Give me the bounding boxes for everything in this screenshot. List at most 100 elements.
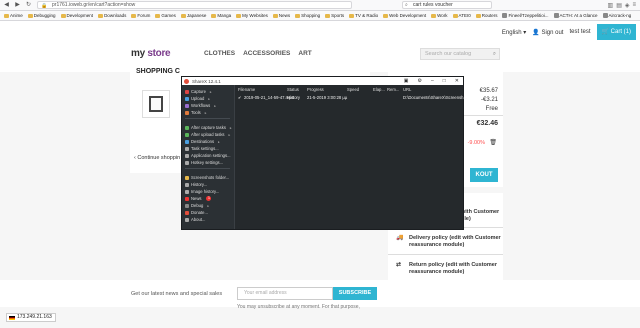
bookmark-item[interactable]: ATEI0 — [452, 13, 471, 18]
folder-icon — [27, 13, 33, 18]
close-icon[interactable]: ✕ — [455, 78, 459, 84]
pin-icon[interactable]: ▣ — [404, 78, 409, 84]
menu-item-icon — [185, 146, 189, 151]
bookmark-item[interactable]: Web Development — [383, 13, 426, 18]
nav-item-accessories[interactable]: ACCESSORIES — [243, 50, 290, 57]
search-icon[interactable]: ⌕ — [493, 49, 496, 59]
product-thumbnail[interactable] — [142, 90, 170, 118]
sharex-menu-capture[interactable]: Capture ▸ — [185, 89, 212, 94]
cart-button[interactable]: 🛒 Cart (1) — [596, 24, 636, 40]
delete-icon[interactable]: 🗑 — [489, 139, 497, 146]
bookmark-label: Shopping — [301, 13, 321, 18]
bookmark-label: Anime — [10, 13, 23, 18]
sharex-title: ShareX 12.4.1 — [192, 78, 221, 84]
language-selector[interactable]: English ▾ — [502, 29, 526, 36]
sharex-menu-upload[interactable]: Upload ▸ — [185, 96, 210, 101]
browser-search-input[interactable]: ⌕ cart rules voucher — [402, 1, 492, 9]
bookmark-item[interactable]: Fineel/Tzeppelitioi... — [502, 13, 549, 18]
bookmark-item[interactable]: Games — [155, 13, 176, 18]
bookmark-item[interactable]: Development — [60, 13, 93, 18]
shop-logo[interactable]: my store — [131, 48, 171, 59]
bookmark-item[interactable]: News — [272, 13, 290, 18]
bookmark-item[interactable]: Sports — [325, 13, 344, 18]
catalog-search-input[interactable]: Search our catalog ⌕ — [420, 48, 500, 60]
sharex-menu-debug[interactable]: Debug ▸ — [185, 203, 209, 208]
column-header[interactable]: Filename — [238, 87, 255, 92]
folder-icon — [349, 13, 355, 18]
favicon-icon — [502, 13, 508, 18]
column-header[interactable]: Progress — [307, 87, 324, 92]
bookmark-item[interactable]: Anime — [4, 13, 23, 18]
menu-item-icon — [185, 175, 189, 180]
bookmark-item[interactable]: Aircrack-ng — [602, 13, 631, 18]
sharex-titlebar[interactable]: ShareX 12.4.1 ▣ ⚙ – □ ✕ — [182, 77, 463, 85]
back-icon[interactable]: ◀ — [2, 1, 11, 10]
bookmark-item[interactable]: TV & Radio — [349, 13, 378, 18]
menu-item-icon — [185, 217, 189, 222]
column-header[interactable]: URL — [403, 87, 411, 92]
bookmark-item[interactable]: Downloads — [98, 13, 126, 18]
address-bar[interactable]: 🔒 pr1761.ioweb.gr/en/cart?action=show — [37, 1, 352, 9]
sharex-menu-screenshots-folder[interactable]: Screenshots folder... — [185, 175, 229, 180]
submenu-arrow-icon: ▸ — [204, 110, 207, 115]
sharex-menu-image-history[interactable]: Image history... — [185, 189, 219, 194]
sharex-menu-workflows[interactable]: Workflows ▸ — [185, 103, 216, 108]
menu-item-icon — [185, 139, 189, 144]
sharex-menu-application-settings[interactable]: Application settings... — [185, 153, 231, 158]
submenu-arrow-icon: ▸ — [214, 103, 216, 108]
sharex-menu-hotkey-settings[interactable]: Hotkey settings... — [185, 160, 223, 165]
bookmark-item[interactable]: Routers — [475, 13, 497, 18]
folder-icon — [60, 13, 66, 18]
nav-item-art[interactable]: ART — [298, 50, 311, 57]
continue-shopping-link[interactable]: ‹ Continue shoppin — [134, 155, 180, 161]
menu-item-label: Workflows — [191, 103, 211, 108]
sharex-menu-after-upload-tasks[interactable]: After upload tasks ▸ — [185, 132, 230, 137]
bookmark-item[interactable]: ACTH: At a Glance — [553, 13, 598, 18]
sidebar-icon[interactable]: ▤ — [616, 2, 622, 9]
bookmark-item[interactable]: Shopping — [295, 13, 320, 18]
extension-icon[interactable]: ◈ — [625, 2, 630, 9]
maximize-icon[interactable]: □ — [443, 78, 446, 84]
column-header[interactable]: Rem... — [387, 87, 399, 92]
sharex-menu-history[interactable]: History... — [185, 182, 207, 187]
total-value: €32.46 — [476, 120, 498, 127]
bookmark-item[interactable]: Japanese — [180, 13, 206, 18]
bookmark-item[interactable]: My Websites — [236, 13, 268, 18]
search-icon: ⌕ — [405, 2, 408, 8]
sharex-menu-about[interactable]: About... — [185, 217, 205, 222]
account-link[interactable]: test test — [569, 29, 590, 35]
checkout-button[interactable]: KOUT — [470, 168, 498, 182]
task-row[interactable]: ✔ 2019-05-21_14-59-47.mp4 History 21-5-2… — [235, 95, 467, 101]
sharex-menu-destinations[interactable]: Destinations ▸ — [185, 139, 220, 144]
bookmark-item[interactable]: Manga — [211, 13, 231, 18]
bookmark-item[interactable]: Work — [431, 13, 448, 18]
column-header[interactable]: Elap... — [373, 87, 385, 92]
lock-icon: 🔒 — [41, 3, 48, 9]
library-icon[interactable]: ▥ — [608, 2, 614, 9]
bookmark-item[interactable]: Debugging — [27, 13, 56, 18]
settings-icon[interactable]: ⚙ — [418, 78, 422, 84]
task-status: History — [287, 95, 301, 100]
sharex-menu-tools[interactable]: Tools ▸ — [185, 110, 207, 115]
news-badge: 1 — [206, 196, 212, 201]
sharex-menu-task-settings[interactable]: Task settings... — [185, 146, 219, 151]
forward-icon[interactable]: ▶ — [13, 1, 22, 10]
minimize-icon[interactable]: – — [431, 78, 434, 84]
newsletter-email-input[interactable]: Your email address — [237, 287, 333, 300]
menu-item-label: Upload — [191, 96, 205, 101]
reload-icon[interactable]: ↻ — [24, 1, 33, 10]
bookmark-item[interactable]: Forum — [131, 13, 150, 18]
menu-icon[interactable]: ≡ — [632, 2, 636, 9]
sharex-menu-after-capture-tasks[interactable]: After capture tasks ▸ — [185, 125, 232, 130]
sharex-menu-news[interactable]: News 1 — [185, 196, 212, 201]
sign-out-link[interactable]: 👤 Sign out — [532, 29, 563, 36]
sharex-menu-donate[interactable]: Donate... — [185, 210, 208, 215]
favicon-icon — [553, 13, 559, 18]
menu-item-icon — [185, 182, 189, 187]
nav-item-clothes[interactable]: CLOTHES — [204, 50, 235, 57]
column-header[interactable]: Status — [287, 87, 299, 92]
subscribe-button[interactable]: SUBSCRIBE — [333, 287, 377, 300]
column-header[interactable]: Speed — [347, 87, 359, 92]
submenu-arrow-icon: ▸ — [209, 89, 212, 94]
menu-item-icon — [185, 210, 189, 215]
